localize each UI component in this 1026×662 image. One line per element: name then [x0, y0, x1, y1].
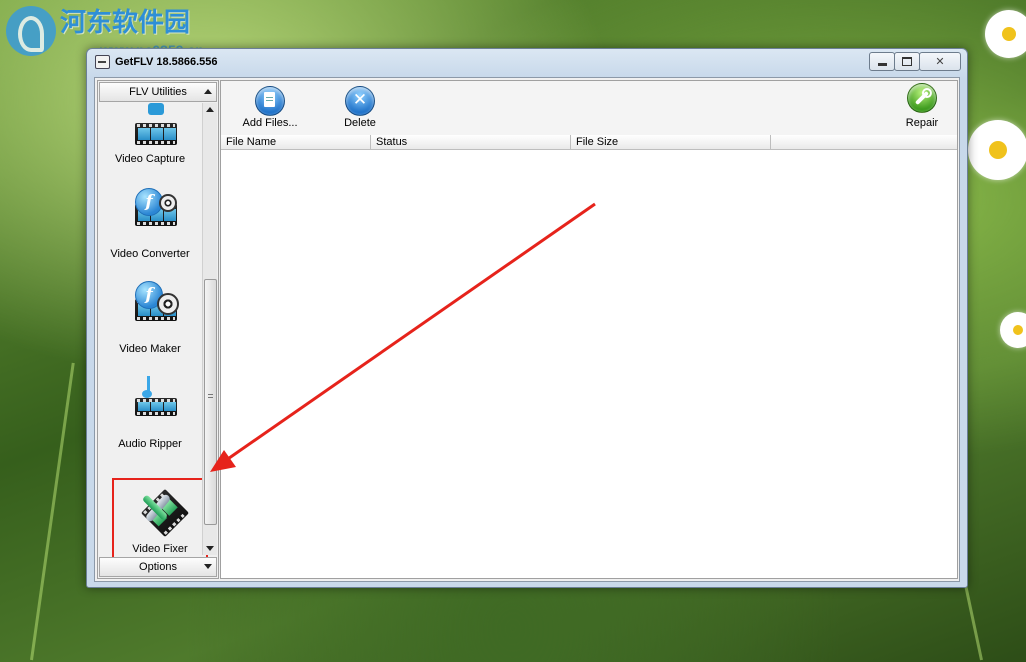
- video-fixer-icon: [136, 488, 190, 538]
- repair-label: Repair: [905, 117, 939, 129]
- tool-video-converter[interactable]: f Video Converter: [99, 178, 201, 268]
- tool-label: Video Capture: [114, 153, 186, 165]
- options-label: Options: [139, 561, 177, 573]
- video-maker-icon: f: [135, 279, 179, 321]
- repair-wrench-icon: [907, 83, 937, 113]
- reel-shape: [157, 293, 179, 315]
- daisy-flower: [1000, 312, 1026, 348]
- repair-button[interactable]: Repair: [887, 81, 957, 129]
- column-header-filler: [771, 135, 957, 150]
- options-header[interactable]: Options: [99, 557, 217, 577]
- tool-label: Video Maker: [119, 343, 181, 355]
- app-menu-icon[interactable]: [95, 55, 110, 69]
- scrollbar-thumb[interactable]: [204, 279, 217, 525]
- toolbar: Add Files... ✕ Delete Repair: [221, 81, 957, 136]
- column-header-file-size[interactable]: File Size: [571, 135, 771, 150]
- file-list-body[interactable]: [221, 152, 957, 578]
- grass-blade: [30, 362, 75, 661]
- film-strip: [135, 398, 177, 416]
- add-files-label: Add Files...: [242, 117, 298, 129]
- scroll-down-button[interactable]: [204, 541, 216, 555]
- watermark-logo-icon: [6, 6, 56, 56]
- getflv-window: GetFLV 18.5866.556 ✕ FLV Utilities Video…: [86, 48, 968, 588]
- scroll-up-icon: [206, 107, 214, 112]
- flv-utilities-header[interactable]: FLV Utilities: [99, 82, 217, 102]
- maximize-icon: [902, 57, 912, 66]
- scroll-down-icon: [206, 546, 214, 551]
- column-header-status[interactable]: Status: [371, 135, 571, 150]
- add-file-icon: [255, 86, 285, 116]
- tool-video-maker[interactable]: f Video Maker: [99, 273, 201, 363]
- close-icon: ✕: [935, 56, 945, 68]
- film-strip: [135, 123, 177, 145]
- scroll-up-button[interactable]: [204, 103, 216, 117]
- daisy-flower: [985, 10, 1026, 58]
- delete-label: Delete: [344, 117, 376, 129]
- document-shape: [264, 92, 275, 107]
- delete-icon: ✕: [345, 86, 375, 116]
- delete-button[interactable]: ✕ Delete: [325, 84, 395, 132]
- grip-icon: [208, 394, 213, 400]
- reel-shape: [159, 194, 177, 212]
- tool-label: Video Fixer: [132, 543, 188, 555]
- group-header-label: FLV Utilities: [129, 86, 187, 98]
- video-converter-icon: f: [135, 184, 177, 226]
- expand-down-icon: [204, 564, 212, 569]
- tool-video-capture[interactable]: Video Capture: [99, 103, 201, 173]
- watermark-text: 河东软件园: [60, 8, 191, 38]
- collapse-up-icon: [204, 89, 212, 94]
- close-button[interactable]: ✕: [919, 52, 961, 71]
- tool-video-fixer[interactable]: Video Fixer: [112, 478, 208, 562]
- tool-label: Audio Ripper: [118, 438, 182, 450]
- video-capture-icon: [135, 103, 177, 145]
- title-bar[interactable]: GetFLV 18.5866.556 ✕: [87, 49, 967, 75]
- x-glyph: ✕: [352, 90, 368, 110]
- minimize-button[interactable]: [869, 52, 895, 71]
- column-header-file-name[interactable]: File Name: [221, 135, 371, 150]
- daisy-flower: [968, 120, 1026, 180]
- minimize-icon: [877, 63, 887, 66]
- tool-panel: FLV Utilities Video Capture f Video Conv…: [97, 80, 219, 579]
- camera-shape: [148, 103, 164, 115]
- tool-audio-ripper[interactable]: Audio Ripper: [99, 368, 201, 458]
- maximize-button[interactable]: [894, 52, 920, 71]
- window-title: GetFLV 18.5866.556: [115, 56, 218, 68]
- music-note-shape: [142, 376, 162, 398]
- spanner-shape: [914, 90, 930, 106]
- add-files-button[interactable]: Add Files...: [235, 84, 305, 132]
- tool-label: Video Converter: [110, 248, 190, 260]
- audio-ripper-icon: [135, 374, 177, 416]
- file-panel: Add Files... ✕ Delete Repair File Name S…: [220, 80, 958, 579]
- client-area: FLV Utilities Video Capture f Video Conv…: [94, 77, 960, 582]
- file-list-header: File Name Status File Size: [221, 135, 957, 151]
- tool-panel-scrollbar[interactable]: [202, 103, 217, 555]
- tool-list: Video Capture f Video Converter f Video …: [99, 103, 201, 535]
